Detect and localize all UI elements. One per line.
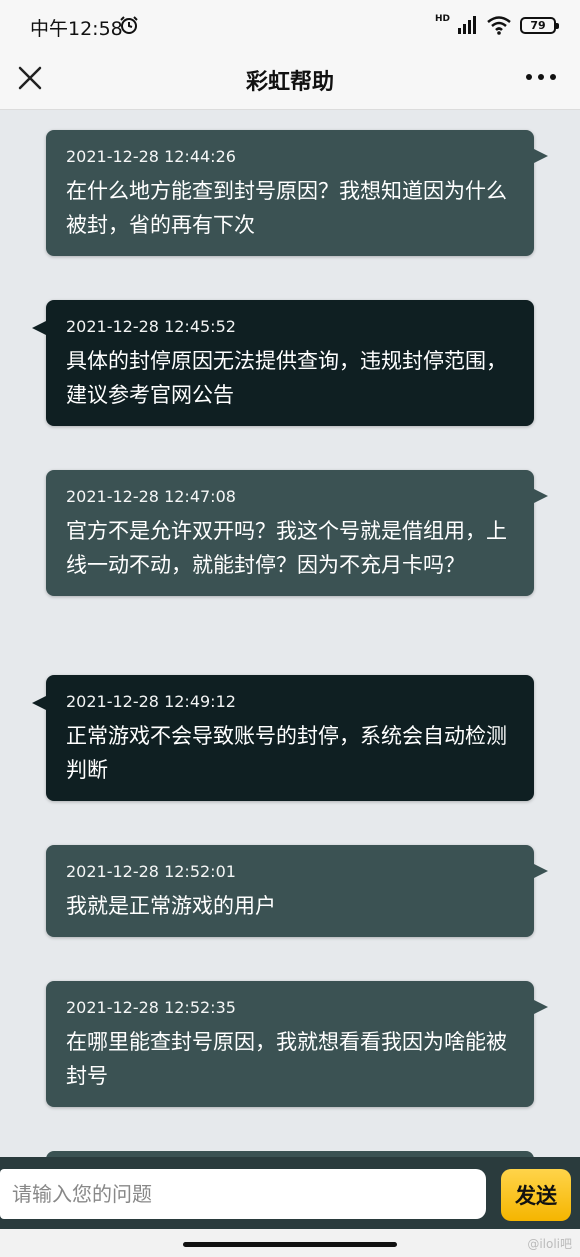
message-text: 我就是正常游戏的用户: [66, 894, 276, 918]
message-received: 2021-12-28 12:45:52 具体的封停原因无法提供查询，违规封停范围…: [32, 300, 534, 426]
message-text: 具体的封停原因无法提供查询，违规封停范围，建议参考官网公告: [66, 349, 507, 407]
message-timestamp: 2021-12-28 12:45:52: [66, 317, 236, 336]
watermark: @iloli吧: [527, 1237, 572, 1251]
message-timestamp: 2021-12-28 12:52:35: [66, 998, 236, 1017]
input-bar: 发送: [0, 1157, 580, 1229]
battery-icon: 79: [520, 16, 559, 34]
header: 彩虹帮助: [0, 50, 580, 110]
wifi-icon: [487, 16, 511, 35]
message-timestamp: 2021-12-28 12:44:26: [66, 147, 236, 166]
send-button[interactable]: 发送: [501, 1169, 571, 1221]
message-text: 官方不是允许双开吗？我这个号就是借组用，上线一动不动，就能封停？因为不充月卡吗？: [66, 519, 507, 577]
page-title: 彩虹帮助: [245, 70, 334, 95]
message-sent: 2021-12-28 12:47:08 官方不是允许双开吗？我这个号就是借组用，…: [46, 470, 548, 596]
alarm-icon: [120, 16, 138, 34]
message-received: 2021-12-28 12:49:12 正常游戏不会导致账号的封停，系统会自动检…: [32, 675, 534, 801]
message-timestamp: 2021-12-28 12:52:01: [66, 862, 236, 881]
signal-icon: [458, 16, 476, 34]
home-indicator[interactable]: [183, 1242, 397, 1247]
message-sent: 2021-12-28 12:52:35 在哪里能查封号原因，我就想看看我因为啥能…: [46, 981, 548, 1107]
home-bar: @iloli吧: [0, 1229, 580, 1257]
message-sent: 2021-12-28 12:44:26 在什么地方能查到封号原因？我想知道因为什…: [46, 130, 548, 256]
message-timestamp: 2021-12-28 12:49:12: [66, 692, 236, 711]
message-text: 在什么地方能查到封号原因？我想知道因为什么被封，省的再有下次: [66, 179, 507, 237]
question-input[interactable]: [0, 1169, 486, 1219]
message-sent: 2021-12-28 12:52:01 我就是正常游戏的用户: [46, 845, 548, 937]
status-icons: HD 79: [434, 14, 559, 36]
status-time: 中午12:58: [30, 18, 123, 40]
status-bar: 中午12:58 HD 79: [0, 0, 580, 50]
network-label: HD: [434, 14, 450, 24]
message-timestamp: 2021-12-28 12:47:08: [66, 487, 236, 506]
chat-area[interactable]: 2021-12-28 12:44:26 在什么地方能查到封号原因？我想知道因为什…: [0, 111, 580, 1157]
message-text: 在哪里能查封号原因，我就想看看我因为啥能被封号: [66, 1030, 507, 1088]
message-text: 正常游戏不会导致账号的封停，系统会自动检测判断: [66, 724, 507, 782]
more-options-icon[interactable]: [526, 74, 556, 82]
battery-level: 79: [530, 18, 546, 32]
